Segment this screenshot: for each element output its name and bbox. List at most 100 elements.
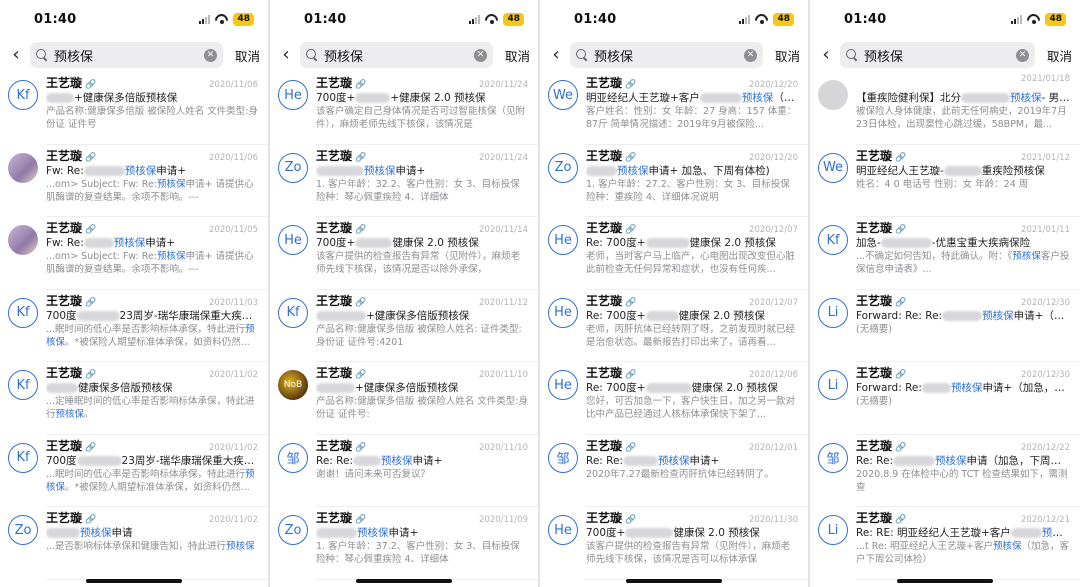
- back-icon[interactable]: ‹: [280, 46, 292, 64]
- mail-preview: 谢谢！请问未来可否复议？: [316, 468, 431, 480]
- sender-name-text: 王艺璇: [316, 438, 353, 453]
- clear-icon[interactable]: ✕: [743, 48, 757, 62]
- mail-subject: 700度+ +健康保 2.0 预核保: [316, 91, 528, 105]
- cancel-button[interactable]: 取消: [501, 46, 530, 65]
- search-query[interactable]: 预核保: [324, 46, 468, 65]
- cancel-button[interactable]: 取消: [771, 46, 800, 65]
- status-indicators: 48: [739, 12, 794, 26]
- mail-item[interactable]: We 王艺璇 🔗 2021/01/12 明亚经纪人王艺璇- 重疾险预核保 姓名：4 0 电话…: [810, 145, 1080, 218]
- mail-list: Kf 王艺璇 🔗 2020/11/06 +健康保多倍版预核保 产品名称:健康保多倍版 被保…: [0, 72, 268, 587]
- mail-item[interactable]: 邹王艺璇 🔗 2020/11/10 Re: Re: 预核保申请+ 谢谢！请问未来可否复议？: [270, 435, 538, 508]
- subject-suffix: 申请+（加急，下...: [1013, 309, 1070, 322]
- subject-suffix: -优惠宝重大疾病保险: [931, 237, 1031, 249]
- mail-item[interactable]: Kf 王艺璇 🔗 2020/11/03 700度 23周岁-瑞华康瑞保重大疾病保险 ...眠…: [0, 290, 268, 363]
- mail-date: 2020/12/07: [749, 225, 798, 235]
- back-icon[interactable]: ‹: [550, 46, 562, 64]
- search-input[interactable]: 预核保 ✕: [840, 42, 1035, 68]
- mail-item-header: 王艺璇 🔗 2020/11/12: [316, 292, 528, 309]
- sender-name: 王艺璇 🔗: [316, 364, 366, 381]
- search-input[interactable]: 预核保 ✕: [570, 42, 763, 68]
- mail-item[interactable]: Kf 王艺璇 🔗 2020/11/06 +健康保多倍版预核保 产品名称:健康保多倍版 被保…: [0, 72, 268, 145]
- mail-item[interactable]: He 王艺璇 🔗 2020/12/07 Re: 700度+ 健康保 2.0 预核保 老师，当…: [540, 217, 808, 290]
- mail-item[interactable]: Li 王艺璇🔗 2020/12/30 Forward: Re: 预核保申请+（加急，下周…: [810, 362, 1080, 435]
- mail-date: 2020/11/06: [209, 80, 258, 90]
- mail-item[interactable]: 王艺璇 🔗 2020/11/06 Fw: Re: 预核保申请+ ...om> Subjec…: [0, 145, 268, 218]
- mail-subject: 加急- -优惠宝重大疾病保险: [856, 236, 1070, 250]
- cancel-button[interactable]: 取消: [231, 46, 260, 65]
- mail-date: 2020/12/21: [1021, 515, 1070, 525]
- mail-item[interactable]: 王艺璇 🔗 2020/11/05 Fw: Re: 预核保申请+ ...om> Subjec…: [0, 217, 268, 290]
- search-bar: ‹ 预核保 ✕ 取消: [270, 38, 538, 72]
- sender-name: 王艺璇 🔗: [856, 219, 906, 236]
- mail-item[interactable]: 2021/01/18 【重疾险健利保】北分 预核保- 男、2... 被保险人身体健康，…: [810, 72, 1080, 145]
- back-icon[interactable]: ‹: [820, 46, 832, 64]
- subject-prefix: Re: 700度+: [586, 382, 646, 394]
- mail-subject: +健康保多倍版预核保: [46, 91, 258, 105]
- search-query[interactable]: 预核保: [864, 46, 1010, 65]
- mail-item[interactable]: Li 王艺璇 🔗 2020/12/30 Forward: Re: Re: 预核保申请+（加…: [810, 290, 1080, 363]
- mail-item[interactable]: He 王艺璇 🔗 2020/11/14 700度+ 健康保 2.0 预核保 该客户提供的检查…: [270, 217, 538, 290]
- mail-date: 2020/11/14: [479, 225, 528, 235]
- mail-item[interactable]: Zo 王艺璇 🔗 2020/12/20 预核保申请+ 加急、下周有体检) 1. 客户年龄：…: [540, 145, 808, 218]
- sender-name: 王艺璇 🔗: [856, 292, 906, 309]
- mail-item[interactable]: He 王艺璇 🔗 2020/12/06 Re: 700度+ 健康保 2.0 预核保 您好，可…: [540, 362, 808, 435]
- mail-item[interactable]: He 王艺璇 🔗 2020/11/30 700度+ 健康保 2.0 预核保 该客户提供的检查…: [540, 507, 808, 580]
- mail-preview: 产品名称:健康保多倍版 被保险人姓名 文件类型:身份证 证件号:: [316, 396, 528, 420]
- mail-item-header: 王艺璇 🔗 2020/12/06: [586, 364, 798, 381]
- mail-item-header: 王艺璇 🔗 2020/11/24: [316, 147, 528, 164]
- mail-subject: 【重疾险健利保】北分 预核保- 男、2...: [856, 91, 1070, 105]
- mail-item[interactable]: Zo 王艺璇 🔗 2020/11/09 预核保申请+ 1. 客户年龄：37.2、客户性别：…: [270, 507, 538, 580]
- mail-item[interactable]: We 王艺璇🔗 2020/12/20 明亚经纪人王艺璇+客户 预核保（加急，客... 客户…: [540, 72, 808, 145]
- mail-item-header: 王艺璇 🔗 2020/11/24: [316, 74, 528, 91]
- attachment-icon: 🔗: [85, 225, 97, 235]
- redacted-block: [921, 383, 951, 393]
- attachment-icon: 🔗: [85, 297, 97, 308]
- mail-item[interactable]: Kf 王艺璇 🔗 2020/11/12 +健康保多倍版预核保 产品名称:健康保多倍版 被保…: [270, 290, 538, 363]
- sender-name: 王艺璇 🔗: [586, 219, 636, 236]
- status-time: 01:40: [574, 11, 617, 27]
- back-icon[interactable]: ‹: [10, 46, 22, 64]
- mail-item[interactable]: Li王艺璇🔗2020/12/21Re: RE: 明亚经纪人王艺璇+客户预核保..…: [810, 507, 1080, 580]
- wifi-icon: [215, 14, 228, 24]
- sender-name-text: 王艺璇: [316, 511, 353, 525]
- sender-avatar: Kf: [818, 225, 848, 255]
- clear-icon[interactable]: ✕: [1015, 48, 1029, 62]
- mail-preview: (无摘要): [856, 396, 892, 407]
- cancel-button[interactable]: 取消: [1043, 46, 1072, 65]
- sender-name: 王艺璇 🔗: [316, 292, 366, 309]
- search-query[interactable]: 预核保: [594, 46, 738, 65]
- mail-date: 2020/11/06: [209, 152, 258, 163]
- search-input[interactable]: 预核保 ✕: [30, 42, 223, 68]
- mail-item[interactable]: 邹王艺璇🔗 2020/12/22 Re: Re: 预核保申请（加急，下周有体检）202…: [810, 435, 1080, 508]
- mail-item[interactable]: Kf 王艺璇 🔗 2020/11/02 健康保多倍版预核保 ...定睡眠时间的低心率是否影…: [0, 362, 268, 435]
- search-input[interactable]: 预核保 ✕: [300, 42, 493, 68]
- mail-item[interactable]: 邹王艺璇 🔗 2020/12/01 Re: Re: 预核保申请+ 2020年7.27最新检…: [540, 435, 808, 508]
- sender-avatar: We: [818, 152, 848, 183]
- redacted-block: [943, 165, 982, 176]
- mail-item-header: 王艺璇 🔗 2020/11/03: [46, 292, 258, 309]
- search-query[interactable]: 预核保: [54, 46, 198, 65]
- mail-item-body: 王艺璇🔗 2020/11/02 700度 23周岁-瑞华康瑞保重大疾病保险...眠时间…: [46, 437, 258, 508]
- mail-item-body: 王艺璇 🔗 2020/11/05 Fw: Re: 预核保申请+ ...om> Subjec…: [46, 219, 258, 290]
- mail-subject: Re: 700度+ 健康保 2.0 预核保: [586, 381, 798, 395]
- mail-item[interactable]: He 王艺璇 🔗 2020/11/24 700度+ +健康保 2.0 预核保 该客户确定自己…: [270, 72, 538, 145]
- mail-item[interactable]: Kf 王艺璇🔗 2020/11/02 700度 23周岁-瑞华康瑞保重大疾病保险...眠…: [0, 435, 268, 508]
- mail-subject: Re: Re: 预核保申请+: [316, 454, 528, 468]
- mail-item[interactable]: Zo 王艺璇 🔗 2020/11/24 预核保申请+ 1. 客户年龄：32.2、客户性别：…: [270, 145, 538, 218]
- clear-icon[interactable]: ✕: [473, 48, 487, 62]
- mail-item[interactable]: He 王艺璇 🔗 2020/12/07 Re: 700度+ 健康保 2.0 预核保 老师，丙…: [540, 290, 808, 363]
- clear-icon[interactable]: ✕: [203, 48, 217, 62]
- sender-name-text: 王艺璇: [316, 366, 353, 380]
- mail-date: 2020/12/06: [749, 370, 798, 380]
- search-icon: [846, 49, 858, 61]
- mail-date: 2020/12/30: [1021, 370, 1070, 380]
- redacted-block: [645, 383, 692, 393]
- mail-item[interactable]: Kf 王艺璇 🔗 2021/01/11 加急- -优惠宝重大疾病保险 ...不确定如何告知，…: [810, 217, 1080, 290]
- sender-name-text: 王艺璇: [46, 293, 83, 308]
- mail-item-header: 王艺璇 🔗 2020/12/07: [586, 292, 798, 309]
- mail-item[interactable]: Zo 王艺璇 🔗 2020/11/02 预核保申请 ...是否影响标体承保和健康告知，特此…: [0, 507, 268, 580]
- mail-item[interactable]: NoB 王艺璇 🔗 2020/11/10 +健康保多倍版预核保 产品名称:健康保多倍版 被…: [270, 362, 538, 435]
- sender-name-text: 王艺璇: [586, 366, 623, 380]
- redacted-block: [83, 238, 114, 248]
- mail-preview: ...眠时间的低心率是否影响标体承保，特此进行预核保。*被保险人期望标准体承保，…: [46, 323, 255, 348]
